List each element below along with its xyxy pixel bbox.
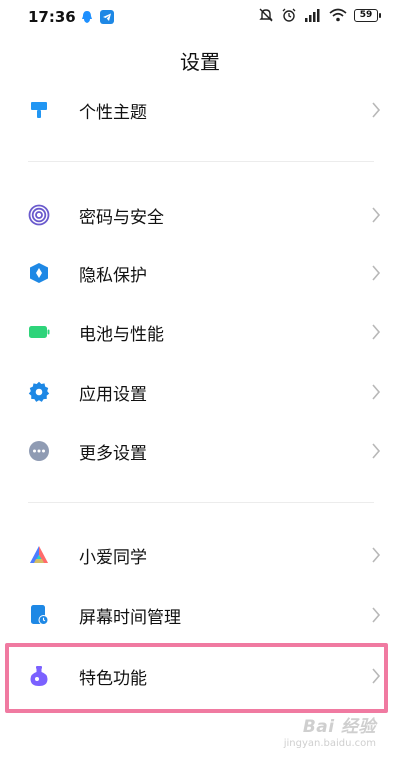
battery-indicator: 59 xyxy=(354,8,381,22)
watermark-brand: Bai 经验 xyxy=(302,717,376,737)
brush-icon xyxy=(31,102,47,118)
xiaoai-icon xyxy=(30,546,48,563)
settings-item-password-security[interactable]: 密码与安全 xyxy=(0,186,400,244)
chevron-right-icon xyxy=(372,265,381,281)
status-time: 17:36 xyxy=(28,8,76,26)
settings-item-label: 隐私保护 xyxy=(79,265,147,286)
chevron-right-icon xyxy=(372,207,381,223)
settings-item-label: 小爱同学 xyxy=(79,547,147,568)
signal-icon xyxy=(305,9,320,22)
settings-item-battery[interactable]: 电池与性能 xyxy=(0,303,400,361)
highlight-box xyxy=(5,643,388,713)
screen-time-icon xyxy=(31,605,49,625)
watermark: Bai 经验 jingyan.baidu.com xyxy=(284,712,376,749)
chevron-right-icon xyxy=(372,607,381,623)
fingerprint-icon xyxy=(28,204,50,226)
settings-item-label: 密码与安全 xyxy=(79,207,164,228)
status-bar: 17:36 59 xyxy=(0,0,400,36)
settings-item-theme[interactable]: 个性主题 xyxy=(0,81,400,139)
divider xyxy=(28,502,374,503)
alarm-icon xyxy=(282,8,296,22)
privacy-shield-icon xyxy=(30,263,48,283)
battery-icon xyxy=(29,326,50,338)
mute-icon xyxy=(259,8,273,22)
settings-item-label: 更多设置 xyxy=(79,443,147,464)
settings-item-more[interactable]: 更多设置 xyxy=(0,422,400,480)
settings-item-label: 电池与性能 xyxy=(79,324,164,345)
settings-item-screen-time[interactable]: 屏幕时间管理 xyxy=(0,586,400,644)
page-title: 设置 xyxy=(180,50,220,74)
chevron-right-icon xyxy=(372,443,381,459)
settings-item-label: 屏幕时间管理 xyxy=(79,607,181,628)
chevron-right-icon xyxy=(372,384,381,400)
settings-item-privacy[interactable]: 隐私保护 xyxy=(0,244,400,302)
settings-item-apps[interactable]: 应用设置 xyxy=(0,363,400,421)
more-dots-icon xyxy=(29,441,49,461)
chevron-right-icon xyxy=(372,547,381,563)
telegram-icon xyxy=(100,10,114,24)
settings-item-label: 个性主题 xyxy=(79,102,147,123)
qq-icon xyxy=(82,11,92,23)
chevron-right-icon xyxy=(372,102,381,118)
chevron-right-icon xyxy=(372,324,381,340)
settings-item-xiaoai[interactable]: 小爱同学 xyxy=(0,526,400,584)
settings-item-label: 应用设置 xyxy=(79,384,147,405)
gear-icon xyxy=(28,381,50,402)
wifi-icon xyxy=(329,8,347,22)
divider xyxy=(28,161,374,162)
watermark-url: jingyan.baidu.com xyxy=(283,738,376,749)
